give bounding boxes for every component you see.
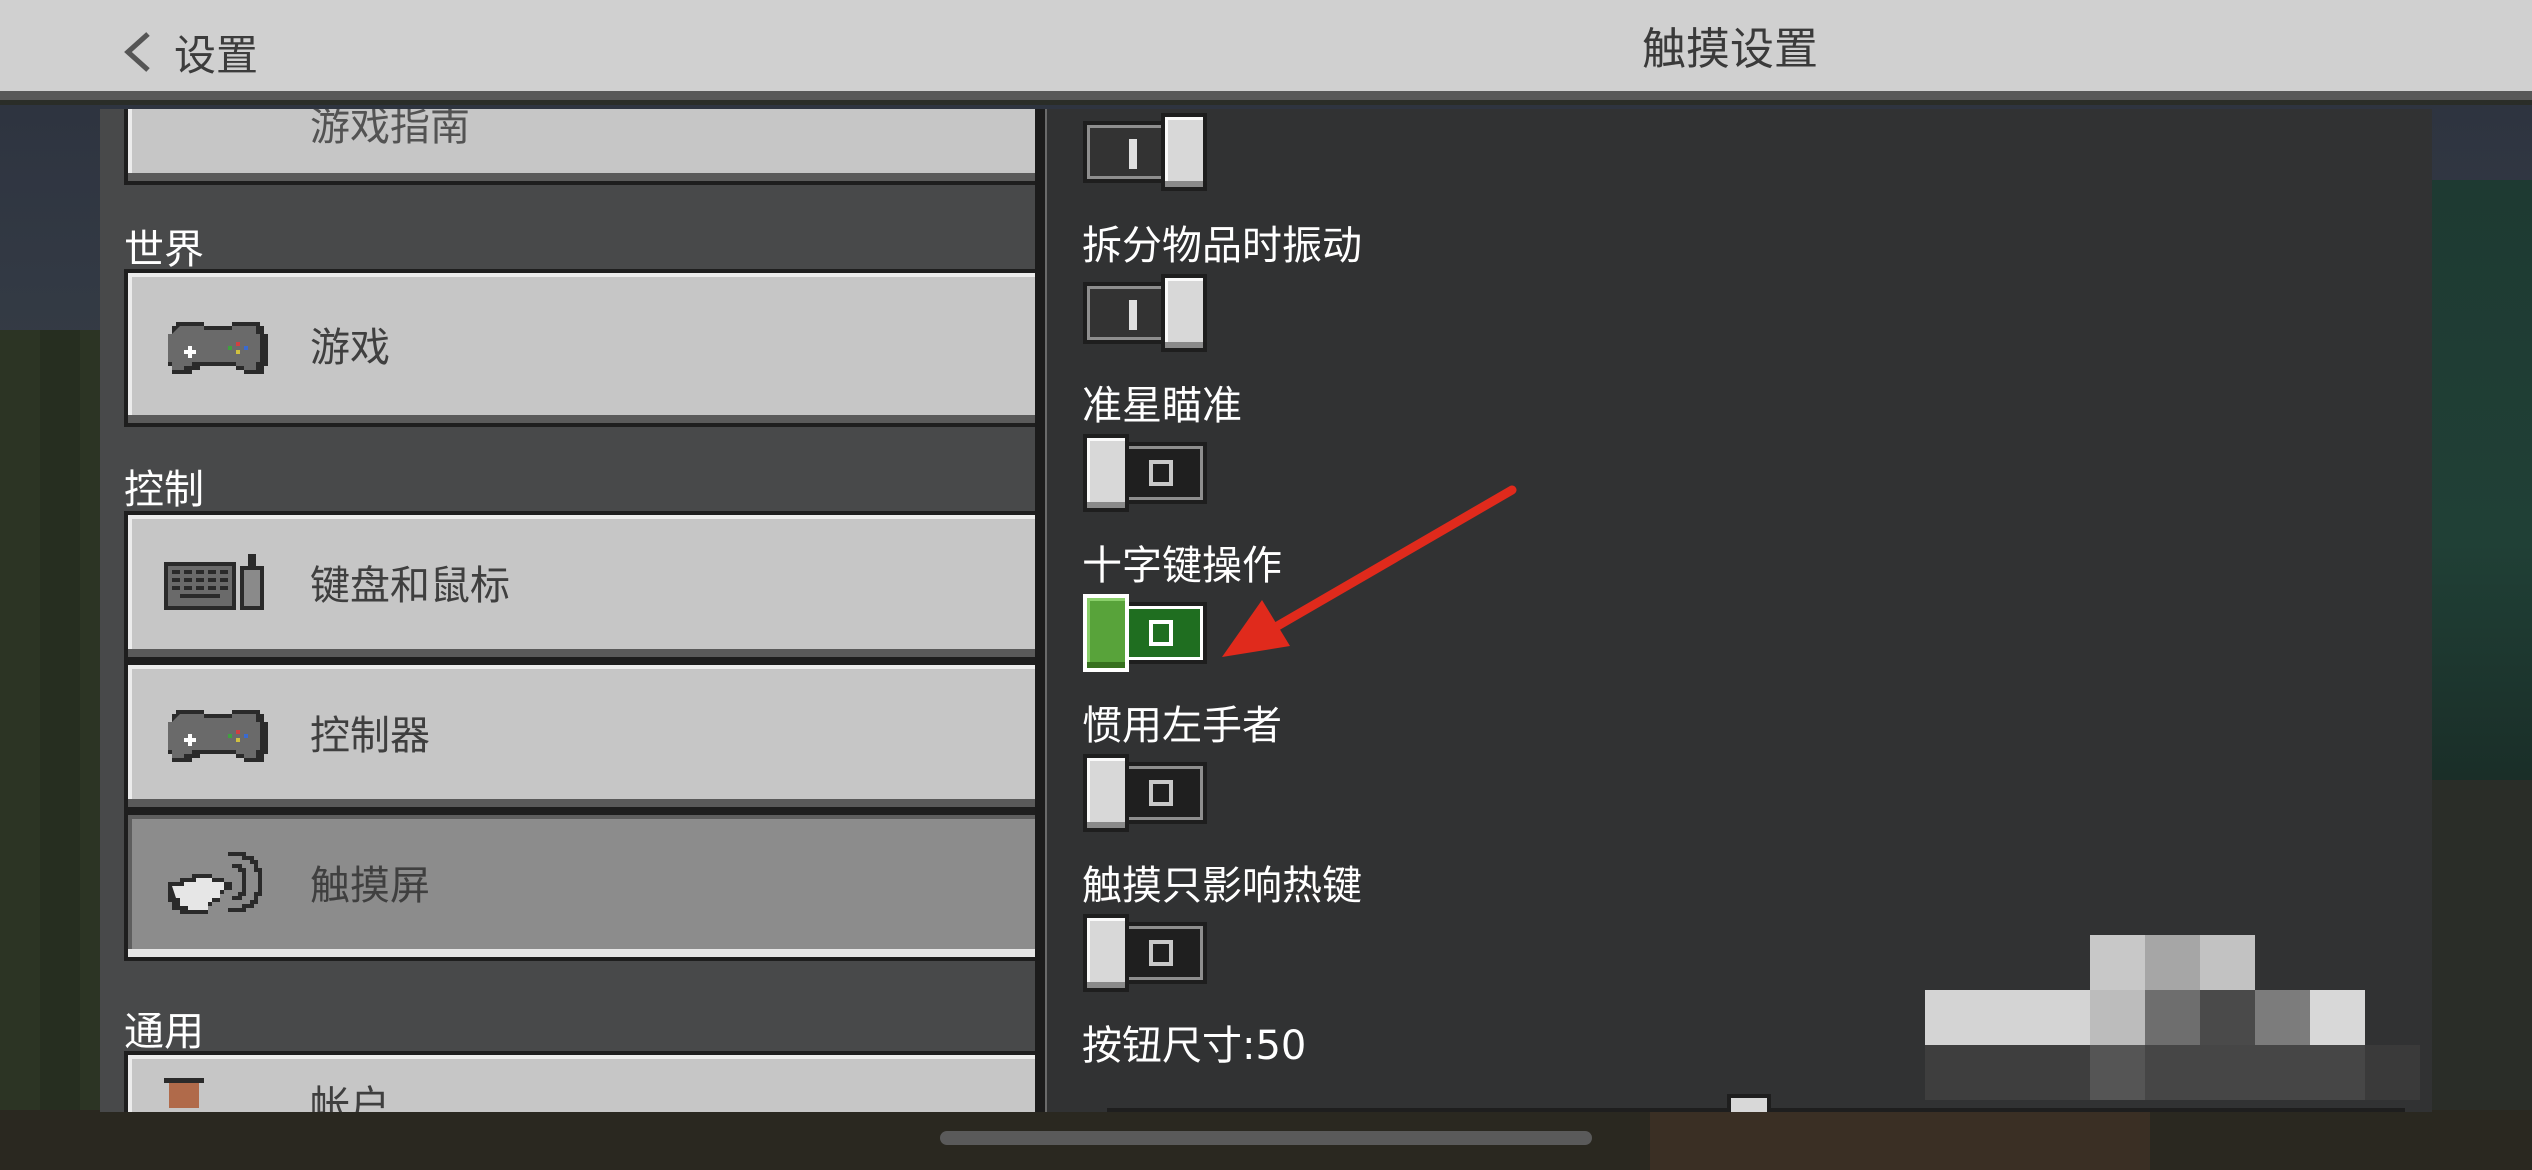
- home-indicator: [940, 1131, 1592, 1145]
- annotation-arrow-icon: [1222, 485, 1517, 657]
